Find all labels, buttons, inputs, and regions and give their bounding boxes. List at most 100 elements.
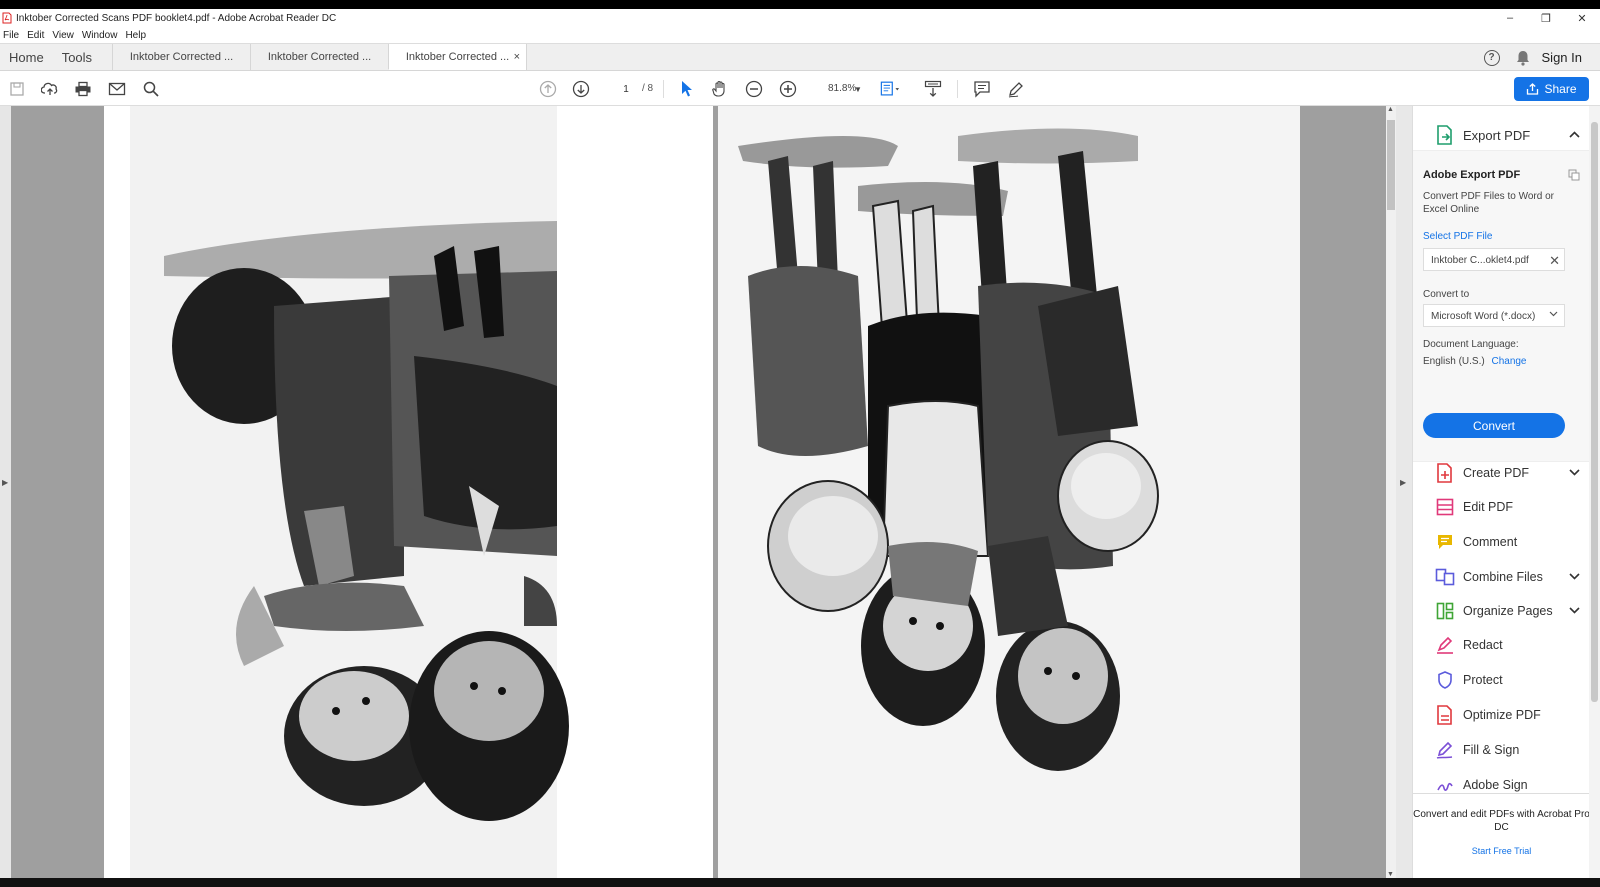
document-tab-1[interactable]: Inktober Corrected ... bbox=[112, 44, 250, 70]
document-tab-2[interactable]: Inktober Corrected ... bbox=[250, 44, 388, 70]
tool-fill-sign[interactable]: Fill & Sign bbox=[1413, 735, 1589, 765]
previous-page-icon[interactable] bbox=[538, 79, 558, 99]
scroll-down-icon[interactable]: ▼ bbox=[1387, 871, 1394, 878]
export-pdf-label: Export PDF bbox=[1463, 127, 1531, 143]
export-pdf-icon bbox=[1435, 125, 1455, 145]
tools-pane-scrollbar[interactable] bbox=[1589, 106, 1600, 878]
export-pdf-header[interactable]: Export PDF bbox=[1413, 120, 1589, 150]
combine-files-icon bbox=[1435, 567, 1455, 587]
scroll-up-icon[interactable]: ▲ bbox=[1387, 106, 1394, 113]
ink-illustration-children-left bbox=[130, 106, 713, 878]
tool-label: Comment bbox=[1463, 535, 1518, 549]
convert-format-select[interactable]: Microsoft Word (*.docx) bbox=[1423, 304, 1565, 327]
tool-edit-pdf[interactable]: Edit PDF bbox=[1413, 492, 1589, 522]
copy-icon[interactable] bbox=[1568, 169, 1580, 184]
page-total-label: / 8 bbox=[642, 83, 654, 94]
chevron-down-icon bbox=[1549, 309, 1558, 320]
next-page-icon[interactable] bbox=[571, 79, 591, 99]
tool-comment[interactable]: Comment bbox=[1413, 527, 1589, 557]
tab-home[interactable]: Home bbox=[0, 44, 53, 70]
tool-combine-files[interactable]: Combine Files bbox=[1413, 562, 1589, 592]
tool-label: Create PDF bbox=[1463, 466, 1529, 480]
share-button[interactable]: Share bbox=[1514, 77, 1589, 101]
share-icon bbox=[1527, 83, 1539, 95]
close-window-button[interactable]: ✕ bbox=[1564, 9, 1600, 27]
zoom-out-icon[interactable] bbox=[744, 79, 764, 99]
help-icon[interactable]: ? bbox=[1483, 49, 1500, 66]
email-icon[interactable] bbox=[107, 79, 127, 99]
zoom-dropdown-chevron-icon[interactable]: ▼ bbox=[848, 79, 868, 99]
menu-window[interactable]: Window bbox=[79, 30, 123, 41]
expand-left-panel-icon[interactable]: ▶ bbox=[2, 478, 8, 487]
tool-protect[interactable]: Protect bbox=[1413, 665, 1589, 695]
menu-file[interactable]: File bbox=[0, 30, 24, 41]
chevron-down-icon[interactable] bbox=[1569, 467, 1580, 479]
minimize-button[interactable]: – bbox=[1492, 9, 1528, 27]
document-tab-label: Inktober Corrected ... bbox=[267, 51, 372, 63]
document-vertical-scrollbar[interactable]: ▲ ▼ bbox=[1386, 106, 1396, 878]
sign-in-button[interactable]: Sign In bbox=[1542, 50, 1582, 65]
left-panel-collapsed[interactable]: ▶ bbox=[0, 106, 11, 878]
save-icon[interactable] bbox=[7, 79, 27, 99]
title-bar: Inktober Corrected Scans PDF booklet4.pd… bbox=[0, 9, 1600, 27]
tools-pane: Export PDF Adobe Export PDF Convert PDF … bbox=[1412, 106, 1589, 878]
main-toolbar: / 8 81.8% ▼ Share bbox=[0, 71, 1600, 106]
select-cursor-icon[interactable] bbox=[677, 79, 697, 99]
toolbar-divider bbox=[663, 80, 664, 98]
page-number-input[interactable] bbox=[612, 80, 640, 98]
menu-edit[interactable]: Edit bbox=[24, 30, 49, 41]
menu-help[interactable]: Help bbox=[122, 30, 151, 41]
tool-label: Organize Pages bbox=[1463, 604, 1553, 618]
tab-tools[interactable]: Tools bbox=[53, 44, 112, 70]
document-tab-3-active[interactable]: Inktober Corrected ... × bbox=[388, 44, 527, 70]
change-language-link[interactable]: Change bbox=[1491, 356, 1526, 367]
tool-create-pdf[interactable]: Create PDF bbox=[1413, 458, 1589, 488]
convert-to-label: Convert to bbox=[1423, 289, 1470, 300]
select-pdf-file-link[interactable]: Select PDF File bbox=[1423, 231, 1492, 242]
document-scroll-thumb[interactable] bbox=[1387, 120, 1395, 210]
export-panel-description: Convert PDF Files to Word or Excel Onlin… bbox=[1423, 191, 1554, 215]
print-icon[interactable] bbox=[73, 79, 93, 99]
sign-pen-icon[interactable] bbox=[1006, 79, 1026, 99]
fit-page-icon[interactable] bbox=[880, 79, 900, 99]
screen-top-edge bbox=[0, 0, 1600, 9]
document-tab-label: Inktober Corrected ... bbox=[405, 50, 510, 63]
close-tab-icon[interactable]: × bbox=[514, 51, 520, 63]
convert-button[interactable]: Convert bbox=[1423, 413, 1565, 438]
comment-icon bbox=[1435, 532, 1455, 552]
tool-label: Combine Files bbox=[1463, 570, 1543, 584]
right-panel-toggle[interactable]: ▶ bbox=[1396, 106, 1412, 878]
tool-optimize-pdf[interactable]: Optimize PDF bbox=[1413, 700, 1589, 730]
chevron-down-icon[interactable] bbox=[1569, 571, 1580, 583]
chevron-up-icon[interactable] bbox=[1569, 129, 1580, 141]
tool-redact[interactable]: Redact bbox=[1413, 630, 1589, 660]
restore-button[interactable]: ❐ bbox=[1528, 9, 1564, 27]
selected-file-name: Inktober C...oklet4.pdf bbox=[1431, 255, 1529, 266]
tab-divider bbox=[526, 44, 528, 70]
cloud-upload-icon[interactable] bbox=[40, 79, 60, 99]
tool-label: Edit PDF bbox=[1463, 500, 1514, 514]
document-language-label: Document Language: bbox=[1423, 339, 1519, 350]
document-viewer[interactable]: ▶ ▲ ▼ bbox=[0, 106, 1396, 878]
fill-sign-icon bbox=[1435, 740, 1455, 760]
os-taskbar bbox=[0, 878, 1600, 887]
bell-icon[interactable] bbox=[1516, 50, 1530, 66]
scroll-mode-icon[interactable] bbox=[923, 79, 943, 99]
hand-tool-icon[interactable] bbox=[710, 79, 730, 99]
organize-pages-icon bbox=[1435, 601, 1455, 621]
chevron-down-icon[interactable] bbox=[1569, 605, 1580, 617]
tool-organize-pages[interactable]: Organize Pages bbox=[1413, 596, 1589, 626]
comment-tool-icon[interactable] bbox=[972, 79, 992, 99]
search-icon[interactable] bbox=[141, 79, 161, 99]
selected-file-field[interactable]: Inktober C...oklet4.pdf ✕ bbox=[1423, 248, 1565, 271]
zoom-in-icon[interactable] bbox=[778, 79, 798, 99]
menu-view[interactable]: View bbox=[49, 30, 79, 41]
tool-label: Optimize PDF bbox=[1463, 708, 1541, 722]
collapse-right-panel-icon[interactable]: ▶ bbox=[1400, 478, 1406, 487]
tools-pane-scroll-thumb[interactable] bbox=[1591, 122, 1598, 702]
redact-icon bbox=[1435, 635, 1455, 655]
document-language: English (U.S.) Change bbox=[1423, 356, 1527, 367]
start-free-trial-link[interactable]: Start Free Trial bbox=[1413, 846, 1589, 856]
clear-file-icon[interactable]: ✕ bbox=[1549, 253, 1560, 269]
pdf-page-left bbox=[104, 106, 713, 878]
